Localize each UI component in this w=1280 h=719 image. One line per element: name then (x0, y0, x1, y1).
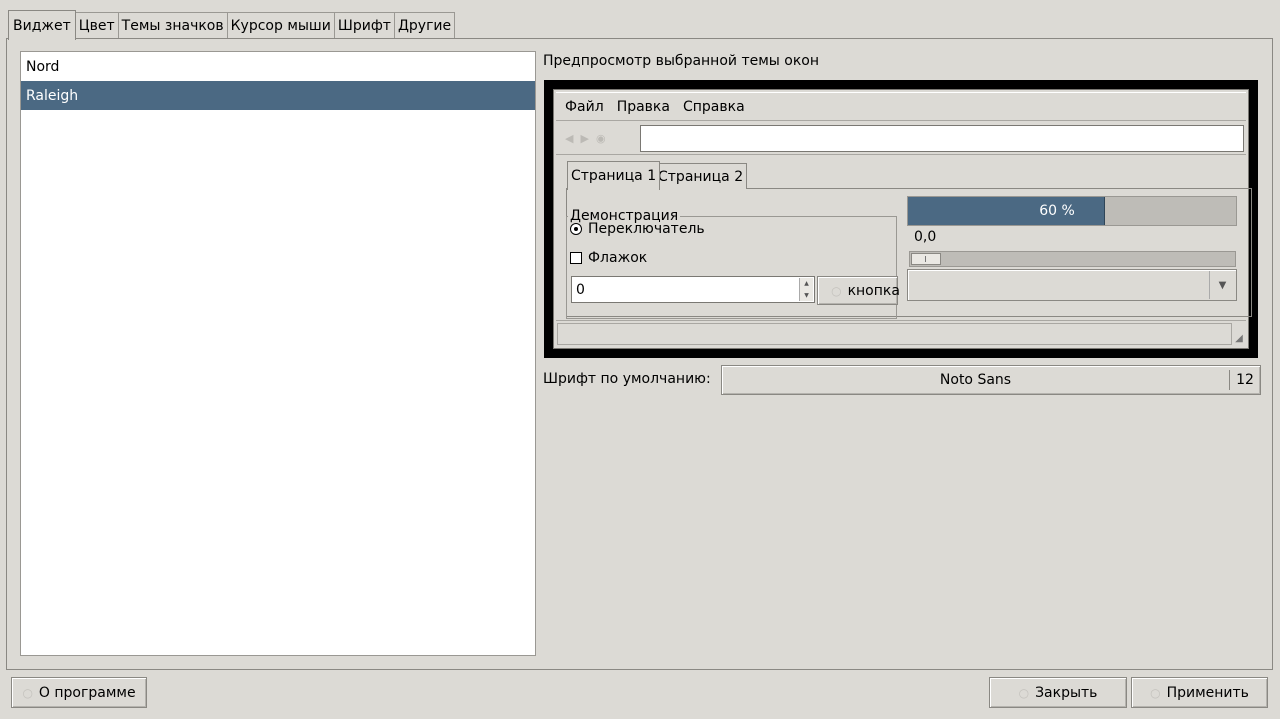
slider-thumb[interactable] (911, 253, 941, 265)
tab-label: Шрифт (337, 18, 391, 34)
tab-other[interactable]: Другие (393, 12, 456, 39)
tab-label: Страница 2 (658, 168, 744, 185)
progress-text: 60 % (1039, 203, 1075, 219)
radio-indicator (570, 223, 582, 235)
settings-tabbar: Виджет Цвет Темы значков Курсор мыши Шри… (8, 10, 456, 40)
tab-font[interactable]: Шрифт (333, 12, 395, 39)
list-item-label: Raleigh (26, 87, 79, 104)
preview-tab-page2[interactable]: Страница 2 (654, 163, 748, 189)
progress-bar: 60 % (907, 196, 1237, 226)
preview-label: Предпросмотр выбранной темы окон (543, 53, 820, 69)
menu-file[interactable]: Файл (565, 99, 604, 115)
about-button[interactable]: ○ О программе (11, 677, 147, 708)
menu-help[interactable]: Справка (683, 99, 745, 115)
tab-color[interactable]: Цвет (74, 12, 119, 39)
tab-mouse-cursor[interactable]: Курсор мыши (226, 12, 335, 39)
font-name: Noto Sans (939, 372, 1012, 388)
toolbar-icons: ◀ ▶ ◉ (565, 132, 606, 145)
about-label: О программе (38, 684, 136, 701)
theme-preview: Файл Правка Справка ◀ ▶ ◉ Страница 1 Стр… (544, 80, 1258, 358)
spin-arrows[interactable]: ▲ ▼ (799, 278, 813, 301)
info-icon: ○ (22, 685, 33, 700)
tab-label: Цвет (78, 18, 115, 34)
preview-window: Файл Правка Справка ◀ ▶ ◉ Страница 1 Стр… (553, 89, 1252, 349)
resize-grip-icon[interactable]: ◢ (1232, 332, 1246, 346)
theme-list[interactable]: Nord Raleigh (20, 51, 536, 656)
tab-icon-themes[interactable]: Темы значков (117, 12, 228, 39)
button-label: кнопка (847, 282, 900, 299)
tab-label: Темы значков (121, 18, 224, 34)
font-size: 12 (1236, 372, 1254, 388)
spin-value: 0 (576, 281, 585, 298)
radio-button[interactable]: Переключатель (570, 221, 705, 237)
spin-up-icon[interactable]: ▲ (804, 280, 809, 287)
reload-icon[interactable]: ◉ (596, 132, 606, 145)
tab-label: Виджет (13, 17, 71, 34)
scale-slider[interactable] (909, 251, 1236, 267)
close-icon: ○ (1018, 685, 1030, 700)
apply-button[interactable]: ○ Применить (1131, 677, 1268, 708)
close-button[interactable]: ○ Закрыть (989, 677, 1127, 708)
radio-label: Переключатель (588, 221, 705, 237)
menu-edit[interactable]: Правка (617, 99, 670, 115)
status-field (557, 323, 1232, 345)
combo-box[interactable]: ▼ (907, 269, 1237, 301)
toolbar-entry[interactable] (640, 125, 1244, 152)
list-item-selected[interactable]: Raleigh (21, 81, 535, 110)
tab-label: Другие (397, 18, 452, 34)
font-picker-button[interactable]: Noto Sans 12 (721, 365, 1261, 395)
preview-toolbar: ◀ ▶ ◉ (556, 123, 1246, 155)
spin-down-icon[interactable]: ▼ (804, 292, 809, 299)
tab-label: Курсор мыши (230, 18, 331, 34)
forward-icon[interactable]: ▶ (580, 132, 588, 145)
checkbox[interactable]: Флажок (570, 250, 647, 266)
scale-value: 0,0 (914, 229, 937, 245)
list-item[interactable]: Nord (21, 52, 535, 81)
back-icon[interactable]: ◀ (565, 132, 573, 145)
default-font-label: Шрифт по умолчанию: (543, 371, 711, 387)
preview-tab-page1[interactable]: Страница 1 (567, 161, 661, 190)
apply-icon: ○ (1150, 685, 1161, 700)
checkbox-label: Флажок (588, 250, 648, 266)
tab-label: Страница 1 (571, 168, 657, 184)
chevron-down-icon[interactable]: ▼ (1209, 271, 1235, 299)
spin-field[interactable]: 0 ▲ ▼ (571, 276, 815, 303)
apply-label: Применить (1166, 684, 1249, 701)
preview-menubar: Файл Правка Справка (556, 92, 1246, 121)
tab-widget[interactable]: Виджет (8, 10, 76, 40)
list-item-label: Nord (26, 58, 60, 75)
preview-statusbar: ◢ (556, 320, 1246, 346)
close-label: Закрыть (1035, 684, 1098, 701)
checkbox-indicator (570, 252, 582, 264)
demo-button[interactable]: ○ кнопка (817, 276, 900, 305)
button-icon: ○ (831, 283, 842, 298)
